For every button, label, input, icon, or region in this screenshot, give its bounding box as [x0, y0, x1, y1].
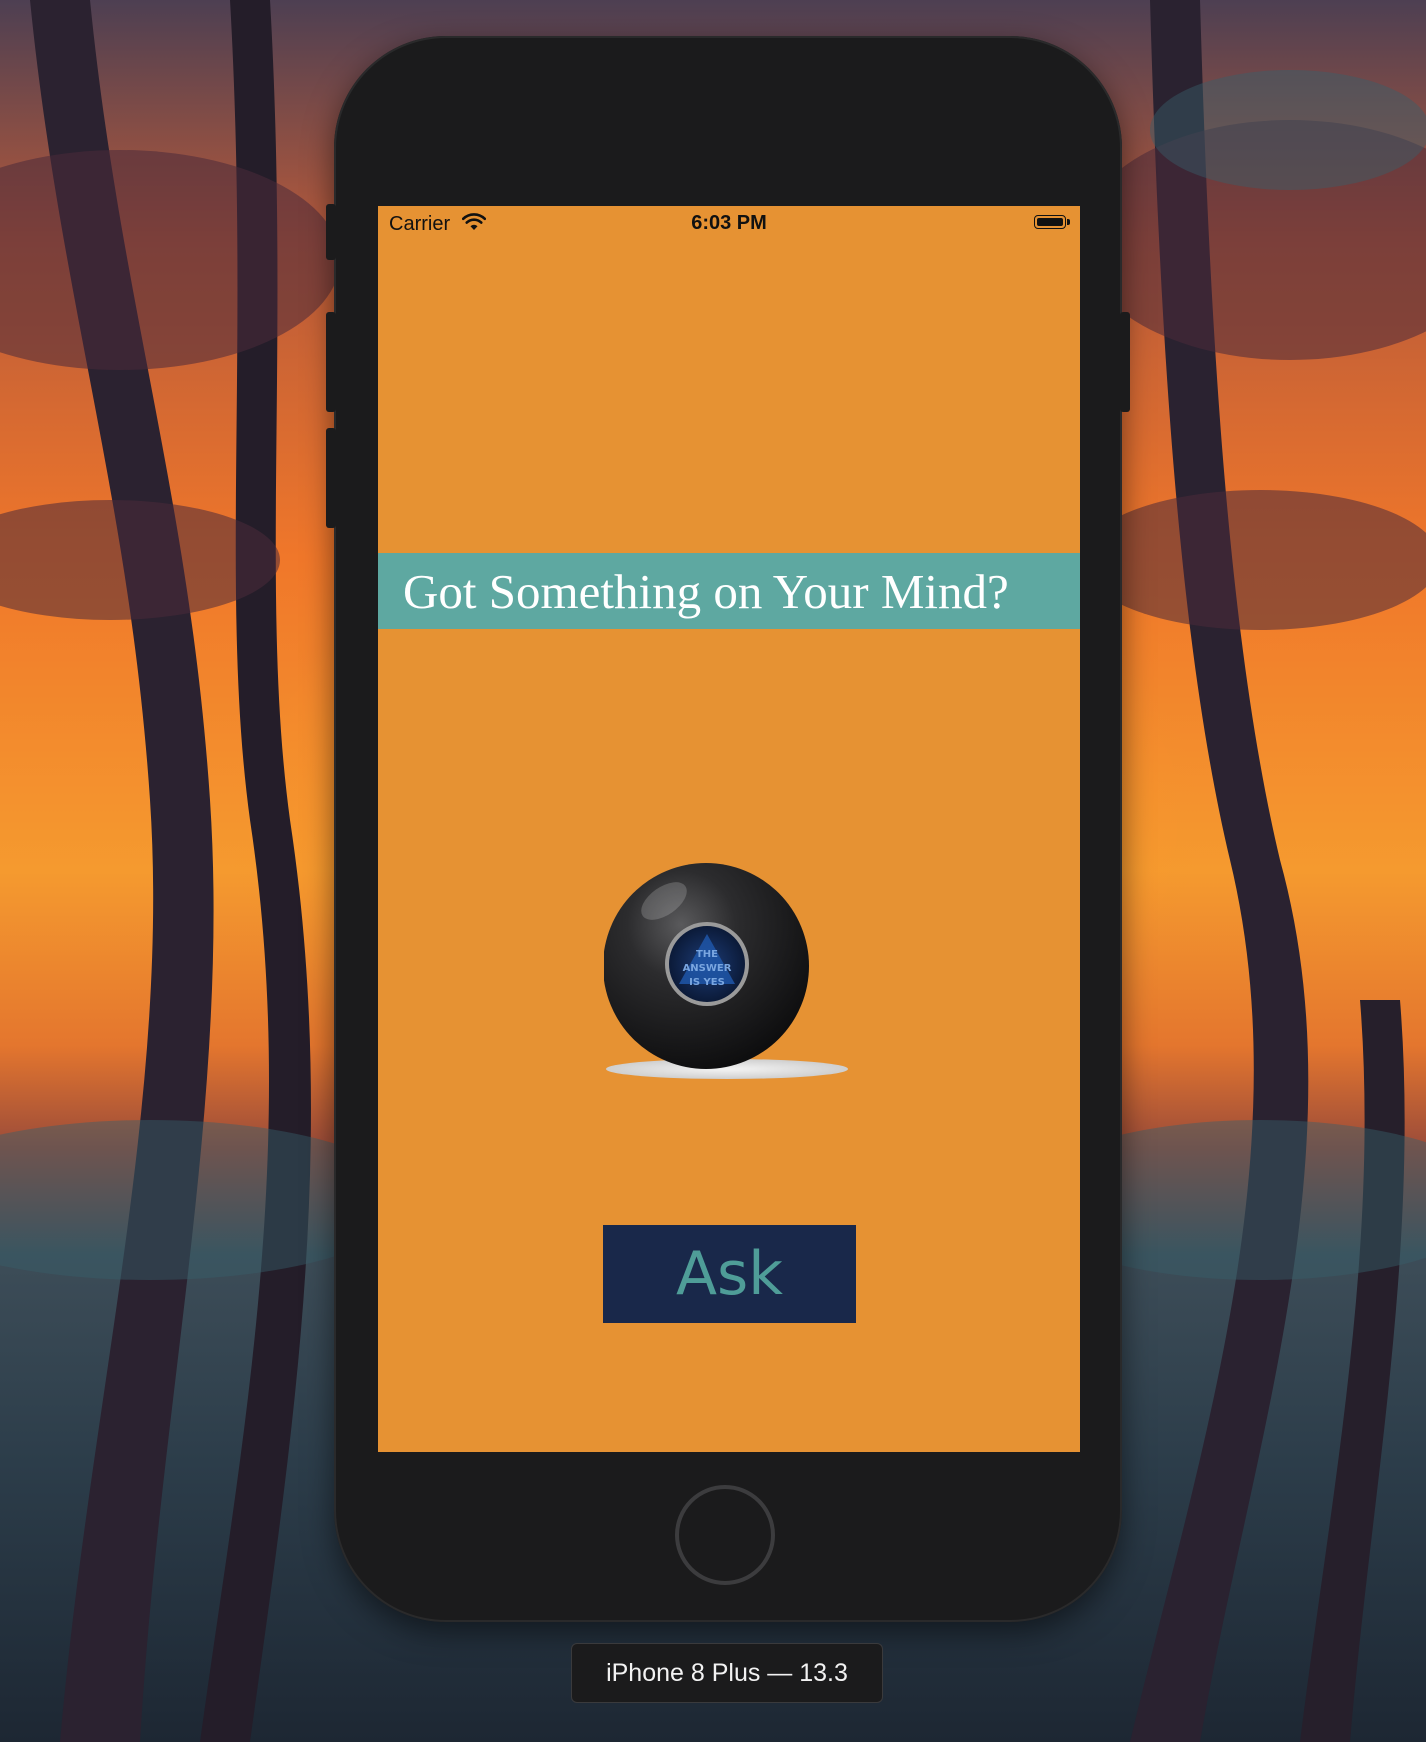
- status-bar: Carrier 6:03 PM: [378, 206, 1080, 242]
- battery-icon: [1034, 215, 1070, 231]
- title-banner: Got Something on Your Mind?: [378, 553, 1080, 629]
- simulator-device-label: iPhone 8 Plus — 13.3: [571, 1643, 883, 1703]
- ask-button-label: Ask: [675, 1239, 784, 1309]
- ball-text-line-2: ANSWER: [683, 963, 732, 974]
- ball-text-line-1: THE: [696, 949, 718, 960]
- status-time: 6:03 PM: [691, 212, 767, 234]
- home-button[interactable]: [675, 1485, 775, 1585]
- magic-eight-ball-image: THE ANSWER IS YES: [603, 856, 850, 1086]
- volume-up-button: [326, 312, 336, 412]
- volume-down-button: [326, 428, 336, 528]
- ask-button[interactable]: Ask: [603, 1225, 856, 1323]
- app-screen: Carrier 6:03 PM Got Something on Your Mi…: [378, 206, 1080, 1452]
- power-button: [1120, 312, 1130, 412]
- silent-switch: [326, 204, 336, 260]
- page-title: Got Something on Your Mind?: [403, 564, 1009, 619]
- ball-text-line-3: IS YES: [689, 977, 725, 988]
